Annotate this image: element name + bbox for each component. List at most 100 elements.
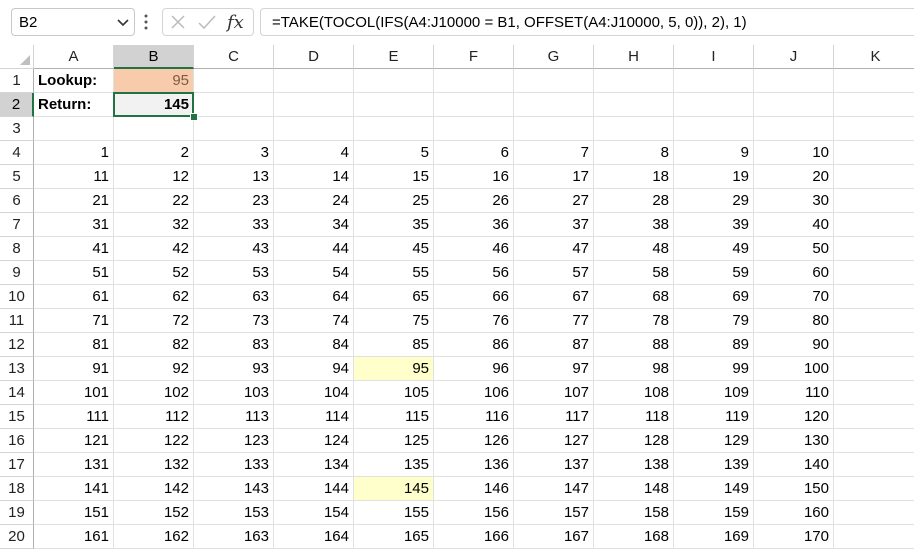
cell-a18[interactable]: 141: [34, 477, 114, 501]
cell-d11[interactable]: 74: [274, 309, 354, 333]
cell-h2[interactable]: [594, 93, 674, 117]
cell-k2[interactable]: [834, 93, 914, 117]
insert-function-icon[interactable]: fx: [225, 11, 249, 33]
cell-k9[interactable]: [834, 261, 914, 285]
row-header-12[interactable]: 12: [0, 333, 34, 357]
cell-k18[interactable]: [834, 477, 914, 501]
cell-a11[interactable]: 71: [34, 309, 114, 333]
cell-g18[interactable]: 147: [514, 477, 594, 501]
cell-j15[interactable]: 120: [754, 405, 834, 429]
column-header-c[interactable]: C: [194, 45, 274, 69]
cell-k8[interactable]: [834, 237, 914, 261]
cell-a14[interactable]: 101: [34, 381, 114, 405]
cell-c4[interactable]: 3: [194, 141, 274, 165]
more-options-icon[interactable]: [143, 12, 149, 32]
cell-f10[interactable]: 66: [434, 285, 514, 309]
cell-f19[interactable]: 156: [434, 501, 514, 525]
column-header-j[interactable]: J: [754, 45, 834, 69]
cell-e9[interactable]: 55: [354, 261, 434, 285]
cell-b6[interactable]: 22: [114, 189, 194, 213]
cell-d14[interactable]: 104: [274, 381, 354, 405]
cell-e2[interactable]: [354, 93, 434, 117]
cell-i2[interactable]: [674, 93, 754, 117]
column-header-f[interactable]: F: [434, 45, 514, 69]
cell-g1[interactable]: [514, 69, 594, 93]
row-header-19[interactable]: 19: [0, 501, 34, 525]
cell-k13[interactable]: [834, 357, 914, 381]
cell-i12[interactable]: 89: [674, 333, 754, 357]
row-header-13[interactable]: 13: [0, 357, 34, 381]
cell-k7[interactable]: [834, 213, 914, 237]
cell-b5[interactable]: 12: [114, 165, 194, 189]
cell-b8[interactable]: 42: [114, 237, 194, 261]
cell-b16[interactable]: 122: [114, 429, 194, 453]
cell-f15[interactable]: 116: [434, 405, 514, 429]
cell-a7[interactable]: 31: [34, 213, 114, 237]
cell-c6[interactable]: 23: [194, 189, 274, 213]
cell-a12[interactable]: 81: [34, 333, 114, 357]
cell-f5[interactable]: 16: [434, 165, 514, 189]
cell-b10[interactable]: 62: [114, 285, 194, 309]
cell-e12[interactable]: 85: [354, 333, 434, 357]
cell-i14[interactable]: 109: [674, 381, 754, 405]
cell-d10[interactable]: 64: [274, 285, 354, 309]
cell-h3[interactable]: [594, 117, 674, 141]
cell-i19[interactable]: 159: [674, 501, 754, 525]
cell-f1[interactable]: [434, 69, 514, 93]
cell-j8[interactable]: 50: [754, 237, 834, 261]
cell-k16[interactable]: [834, 429, 914, 453]
cell-d13[interactable]: 94: [274, 357, 354, 381]
cell-c15[interactable]: 113: [194, 405, 274, 429]
cell-d6[interactable]: 24: [274, 189, 354, 213]
row-header-9[interactable]: 9: [0, 261, 34, 285]
cell-e14[interactable]: 105: [354, 381, 434, 405]
cell-h8[interactable]: 48: [594, 237, 674, 261]
cell-h15[interactable]: 118: [594, 405, 674, 429]
cell-i8[interactable]: 49: [674, 237, 754, 261]
cell-h19[interactable]: 158: [594, 501, 674, 525]
cell-j14[interactable]: 110: [754, 381, 834, 405]
cell-j2[interactable]: [754, 93, 834, 117]
cell-h11[interactable]: 78: [594, 309, 674, 333]
cell-b7[interactable]: 32: [114, 213, 194, 237]
cell-f17[interactable]: 136: [434, 453, 514, 477]
cell-i3[interactable]: [674, 117, 754, 141]
row-header-20[interactable]: 20: [0, 525, 34, 549]
cell-h5[interactable]: 18: [594, 165, 674, 189]
cell-c20[interactable]: 163: [194, 525, 274, 549]
cell-c1[interactable]: [194, 69, 274, 93]
cell-g4[interactable]: 7: [514, 141, 594, 165]
cell-h20[interactable]: 168: [594, 525, 674, 549]
cell-i10[interactable]: 69: [674, 285, 754, 309]
row-header-6[interactable]: 6: [0, 189, 34, 213]
cell-a1[interactable]: Lookup:: [34, 69, 114, 93]
cell-k19[interactable]: [834, 501, 914, 525]
cell-d20[interactable]: 164: [274, 525, 354, 549]
cell-i9[interactable]: 59: [674, 261, 754, 285]
cell-i15[interactable]: 119: [674, 405, 754, 429]
row-header-15[interactable]: 15: [0, 405, 34, 429]
cell-e7[interactable]: 35: [354, 213, 434, 237]
cell-e15[interactable]: 115: [354, 405, 434, 429]
name-box[interactable]: B2: [11, 8, 135, 36]
row-header-1[interactable]: 1: [0, 69, 34, 93]
cell-h13[interactable]: 98: [594, 357, 674, 381]
cell-j3[interactable]: [754, 117, 834, 141]
row-header-18[interactable]: 18: [0, 477, 34, 501]
cell-f12[interactable]: 86: [434, 333, 514, 357]
column-header-g[interactable]: G: [514, 45, 594, 69]
cell-a3[interactable]: [34, 117, 114, 141]
fill-handle[interactable]: [190, 113, 198, 121]
cell-k11[interactable]: [834, 309, 914, 333]
column-header-a[interactable]: A: [34, 45, 114, 69]
cell-b1[interactable]: 95: [114, 69, 194, 93]
row-header-5[interactable]: 5: [0, 165, 34, 189]
cell-g20[interactable]: 167: [514, 525, 594, 549]
enter-check-icon[interactable]: [197, 13, 217, 31]
cell-h7[interactable]: 38: [594, 213, 674, 237]
cell-a9[interactable]: 51: [34, 261, 114, 285]
cell-a13[interactable]: 91: [34, 357, 114, 381]
cell-j4[interactable]: 10: [754, 141, 834, 165]
cell-i17[interactable]: 139: [674, 453, 754, 477]
cell-k12[interactable]: [834, 333, 914, 357]
